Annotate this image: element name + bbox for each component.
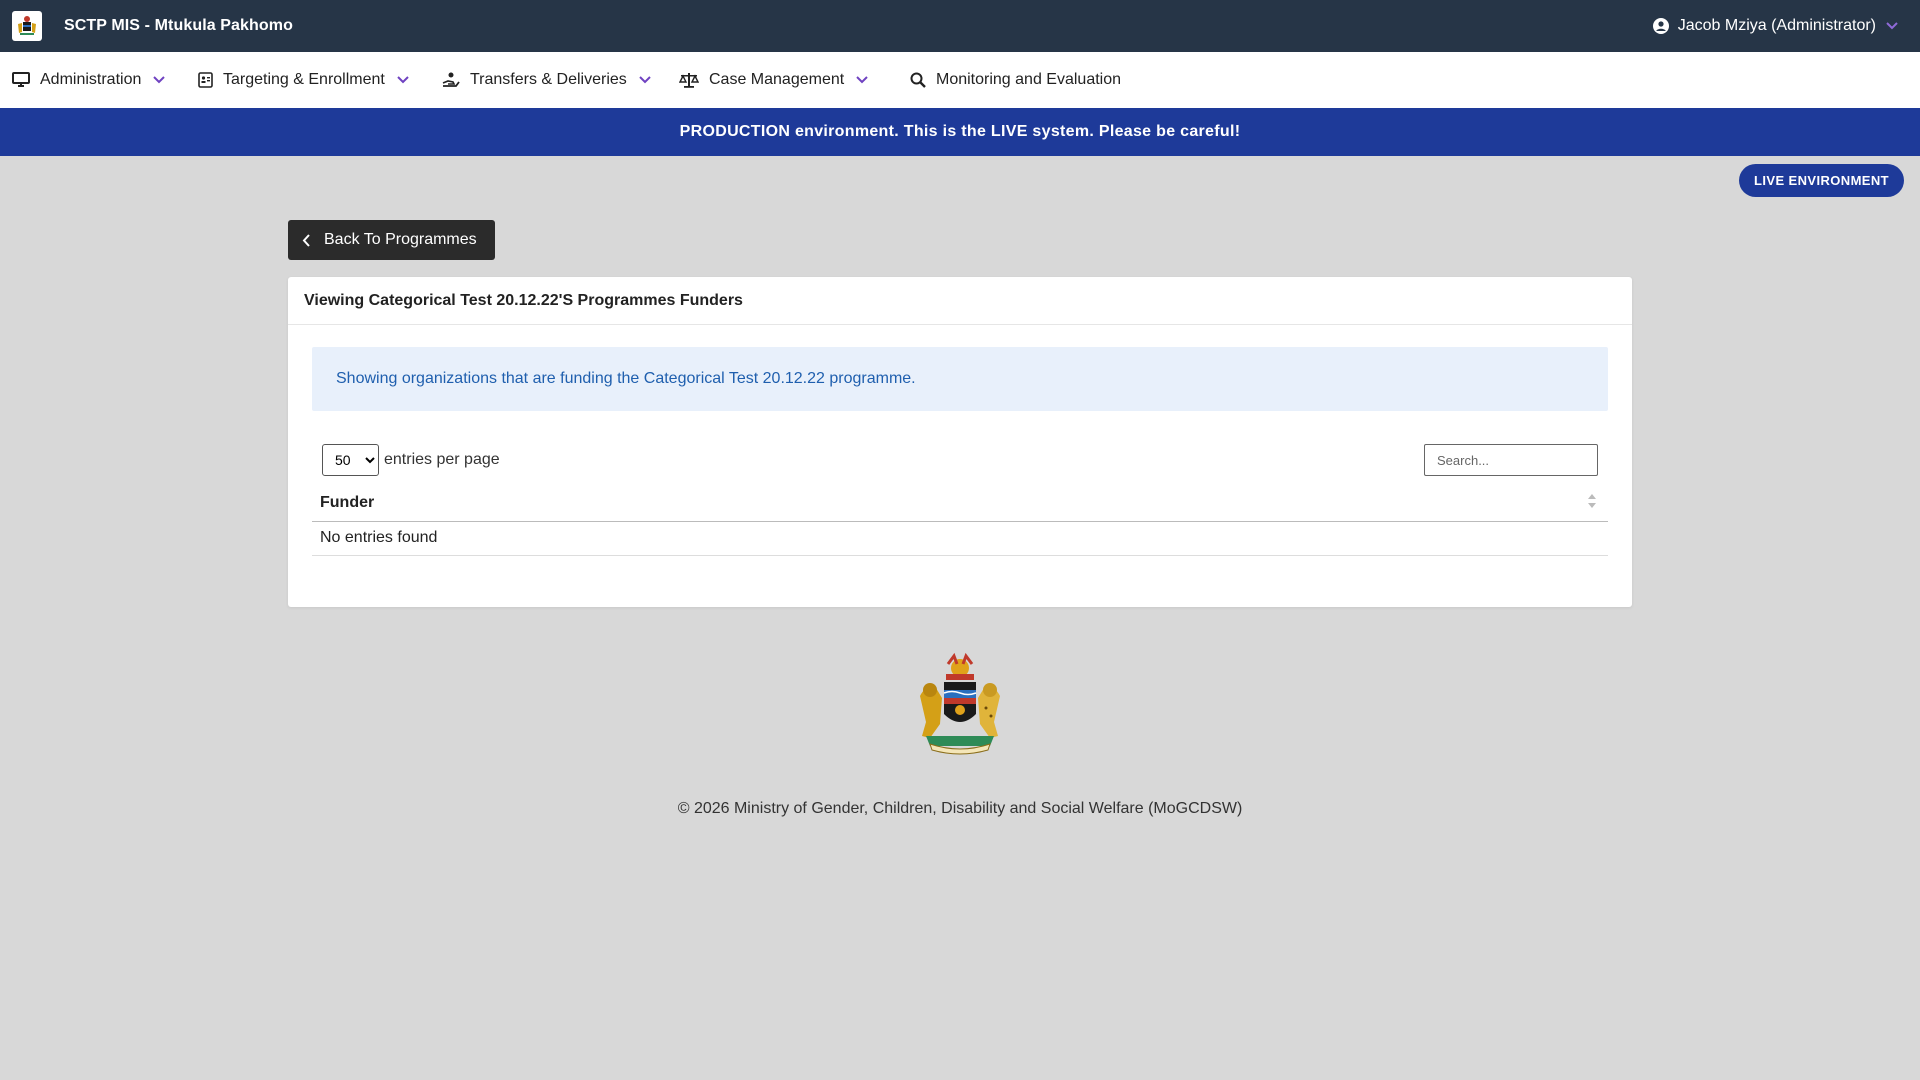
empty-table-message: No entries found [312, 521, 1608, 556]
search-icon [910, 72, 926, 88]
nav-item-monitoring-evaluation[interactable]: Monitoring and Evaluation [910, 52, 1121, 108]
scale-icon [679, 72, 699, 88]
user-menu[interactable]: Jacob Mziya (Administrator) [1652, 0, 1898, 52]
card-title: Viewing Categorical Test 20.12.22'S Prog… [288, 277, 1632, 325]
nav-item-case-management[interactable]: Case Management [679, 52, 868, 108]
live-environment-badge: LIVE ENVIRONMENT [1739, 164, 1904, 197]
user-circle-icon [1652, 18, 1669, 34]
live-environment-badge-label: LIVE ENVIRONMENT [1754, 173, 1889, 188]
column-header-funder[interactable]: Funder [312, 485, 1608, 522]
nav-item-administration[interactable]: Administration [12, 52, 166, 108]
brand[interactable]: SCTP MIS - Mtukula Pakhomo [0, 0, 293, 52]
funders-card: Viewing Categorical Test 20.12.22'S Prog… [288, 277, 1632, 607]
nav-label: Transfers & Deliveries [470, 71, 627, 88]
chevron-down-icon [397, 76, 409, 84]
chevron-down-icon [856, 76, 868, 84]
info-alert: Showing organizations that are funding t… [312, 347, 1608, 411]
user-name: Jacob Mziya (Administrator) [1677, 17, 1876, 34]
chevron-down-icon [153, 76, 166, 84]
malawi-coat-of-arms-emblem [910, 652, 1010, 756]
table-row: No entries found [312, 521, 1608, 556]
coat-of-arms-logo [12, 11, 42, 41]
chevron-left-icon [302, 233, 310, 247]
nav-label: Administration [40, 71, 142, 88]
id-card-icon [198, 72, 213, 88]
column-header-label: Funder [320, 493, 375, 511]
sort-icon [1588, 494, 1596, 508]
hand-coin-icon [442, 72, 460, 88]
top-bar: SCTP MIS - Mtukula Pakhomo Jacob Mziya (… [0, 0, 1920, 52]
back-to-programmes-button[interactable]: Back To Programmes [288, 220, 495, 260]
entries-per-page-label: entries per page [384, 451, 500, 468]
search-input[interactable] [1424, 444, 1598, 476]
info-alert-text: Showing organizations that are funding t… [336, 370, 916, 387]
entries-per-page: 50 entries per page [322, 444, 500, 476]
environment-banner: PRODUCTION environment. This is the LIVE… [0, 108, 1920, 156]
nav-item-targeting-enrollment[interactable]: Targeting & Enrollment [198, 52, 409, 108]
nav-label: Case Management [709, 71, 845, 88]
entries-per-page-select[interactable]: 50 [322, 444, 379, 476]
nav-item-transfers-deliveries[interactable]: Transfers & Deliveries [442, 52, 651, 108]
nav-label: Targeting & Enrollment [223, 71, 385, 88]
back-button-label: Back To Programmes [324, 231, 477, 248]
environment-banner-text: PRODUCTION environment. This is the LIVE… [679, 123, 1241, 140]
desktop-icon [12, 72, 30, 88]
footer-copyright: © 2026 Ministry of Gender, Children, Dis… [677, 800, 1243, 817]
main-nav: Administration Targeting & Enrollment Tr… [0, 52, 1920, 108]
funders-table: Funder No entries found [312, 485, 1608, 556]
app-title: SCTP MIS - Mtukula Pakhomo [64, 17, 293, 34]
chevron-down-icon [1886, 22, 1898, 30]
nav-label: Monitoring and Evaluation [936, 71, 1122, 88]
chevron-down-icon [639, 76, 651, 84]
